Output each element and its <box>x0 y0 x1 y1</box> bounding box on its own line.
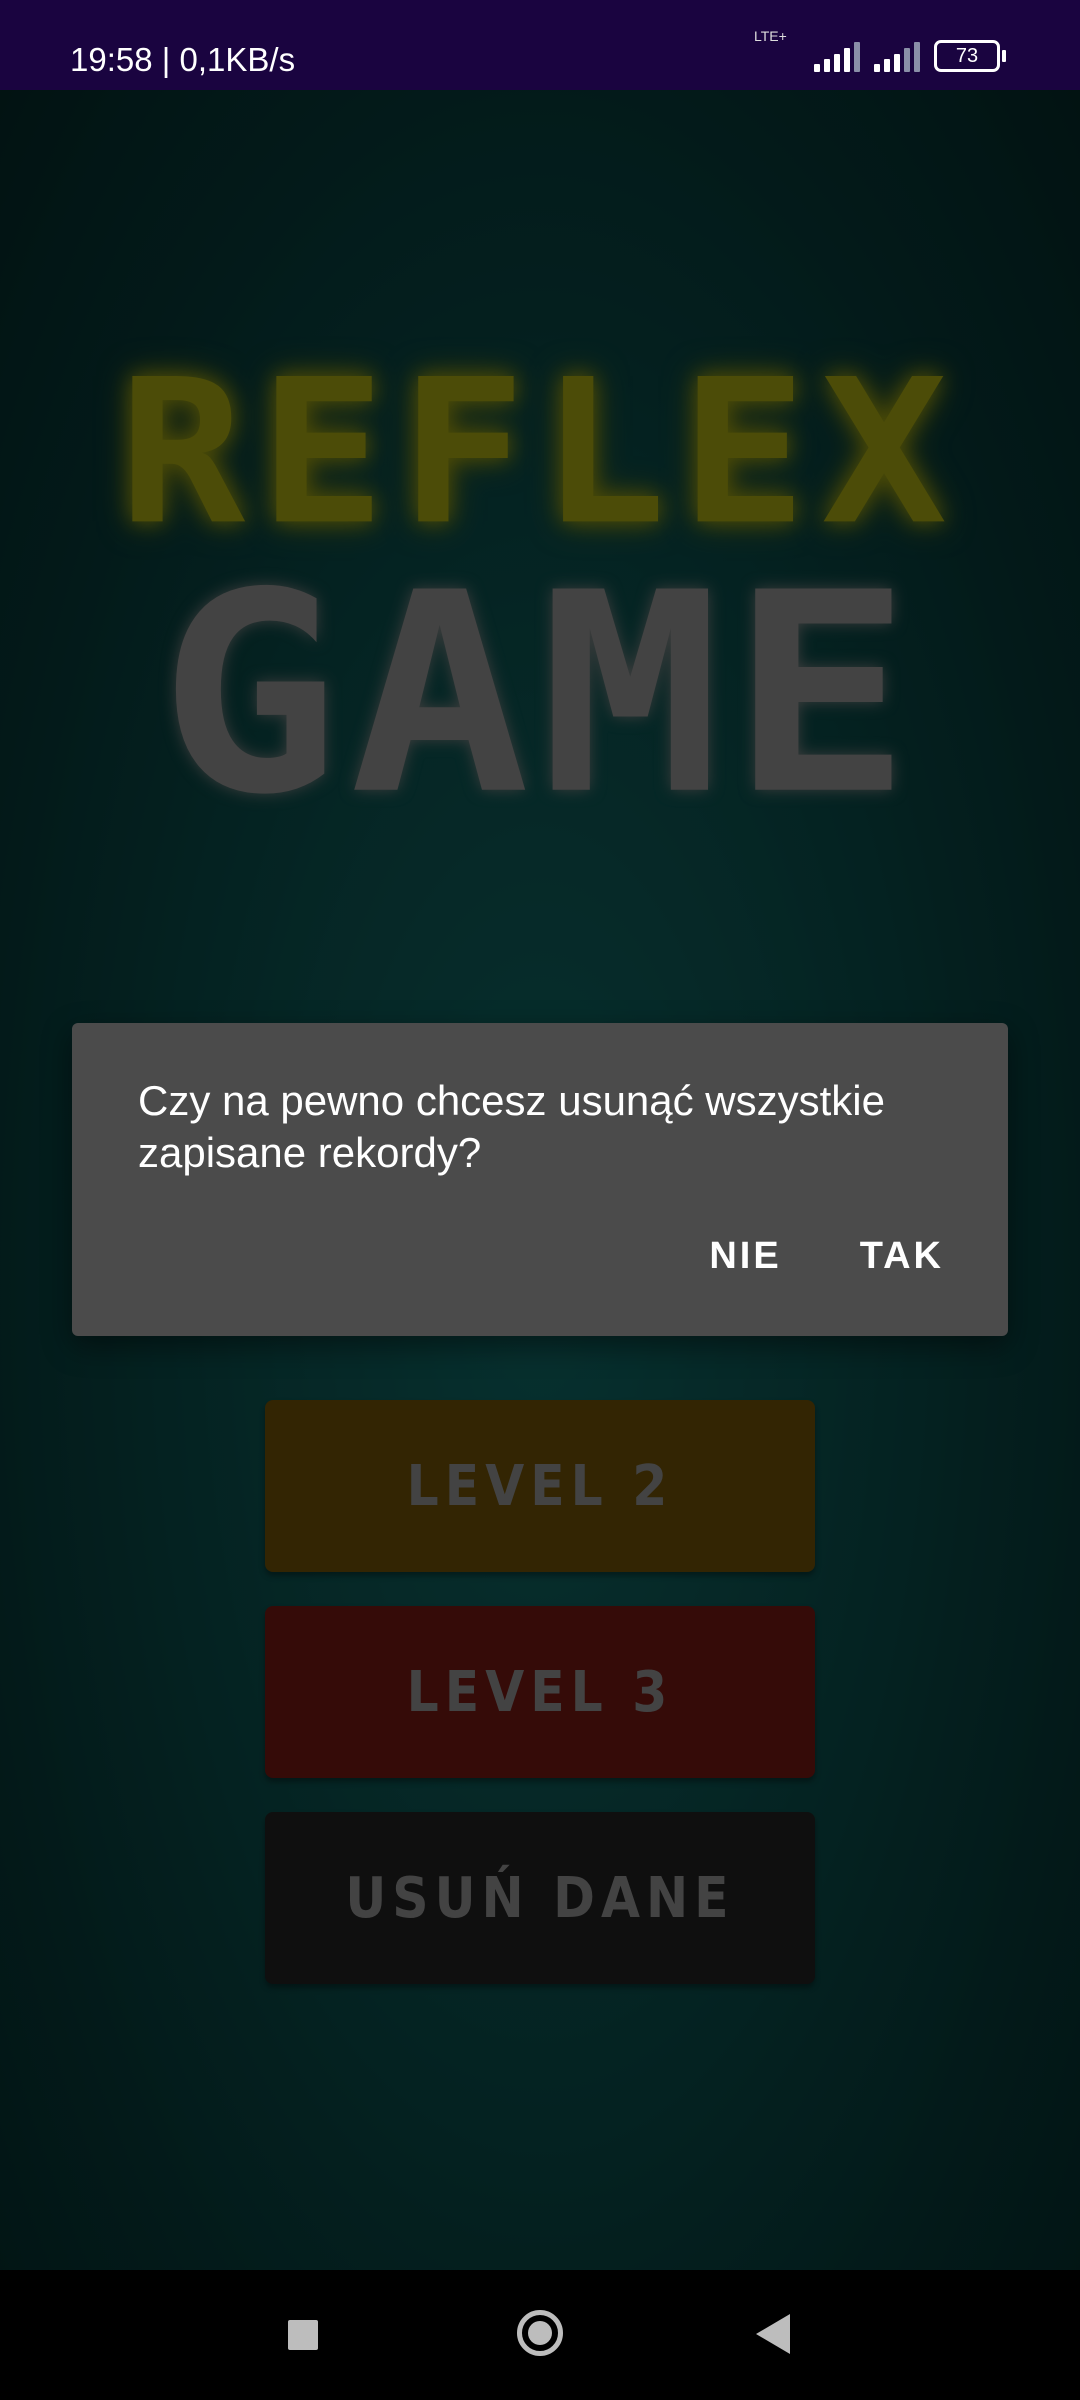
status-time: 19:58 <box>70 41 153 78</box>
navigation-bar <box>0 2270 1080 2400</box>
triangle-back-icon[interactable] <box>756 2314 790 2354</box>
confirm-dialog: Czy na pewno chcesz usunąć wszystkie zap… <box>72 1023 1008 1336</box>
status-icons: LTE+ 73 <box>754 28 1006 72</box>
dialog-actions: NIE TAK <box>695 1227 958 1286</box>
status-speed: 0,1KB/s <box>179 41 296 78</box>
dialog-message: Czy na pewno chcesz usunąć wszystkie zap… <box>138 1077 885 1176</box>
circle-icon[interactable] <box>517 2310 563 2356</box>
status-bar: 19:58 | 0,1KB/s LTE+ 73 <box>0 0 1080 90</box>
network-type-label: LTE+ <box>754 28 787 44</box>
status-time-speed: 19:58 | 0,1KB/s <box>70 41 296 78</box>
signal-icon-2 <box>874 40 920 72</box>
signal-icon <box>814 40 860 72</box>
battery-icon: 73 <box>934 40 1006 72</box>
dialog-yes-button[interactable]: TAK <box>846 1227 958 1286</box>
dialog-no-button[interactable]: NIE <box>695 1227 795 1286</box>
square-icon[interactable] <box>288 2320 318 2350</box>
